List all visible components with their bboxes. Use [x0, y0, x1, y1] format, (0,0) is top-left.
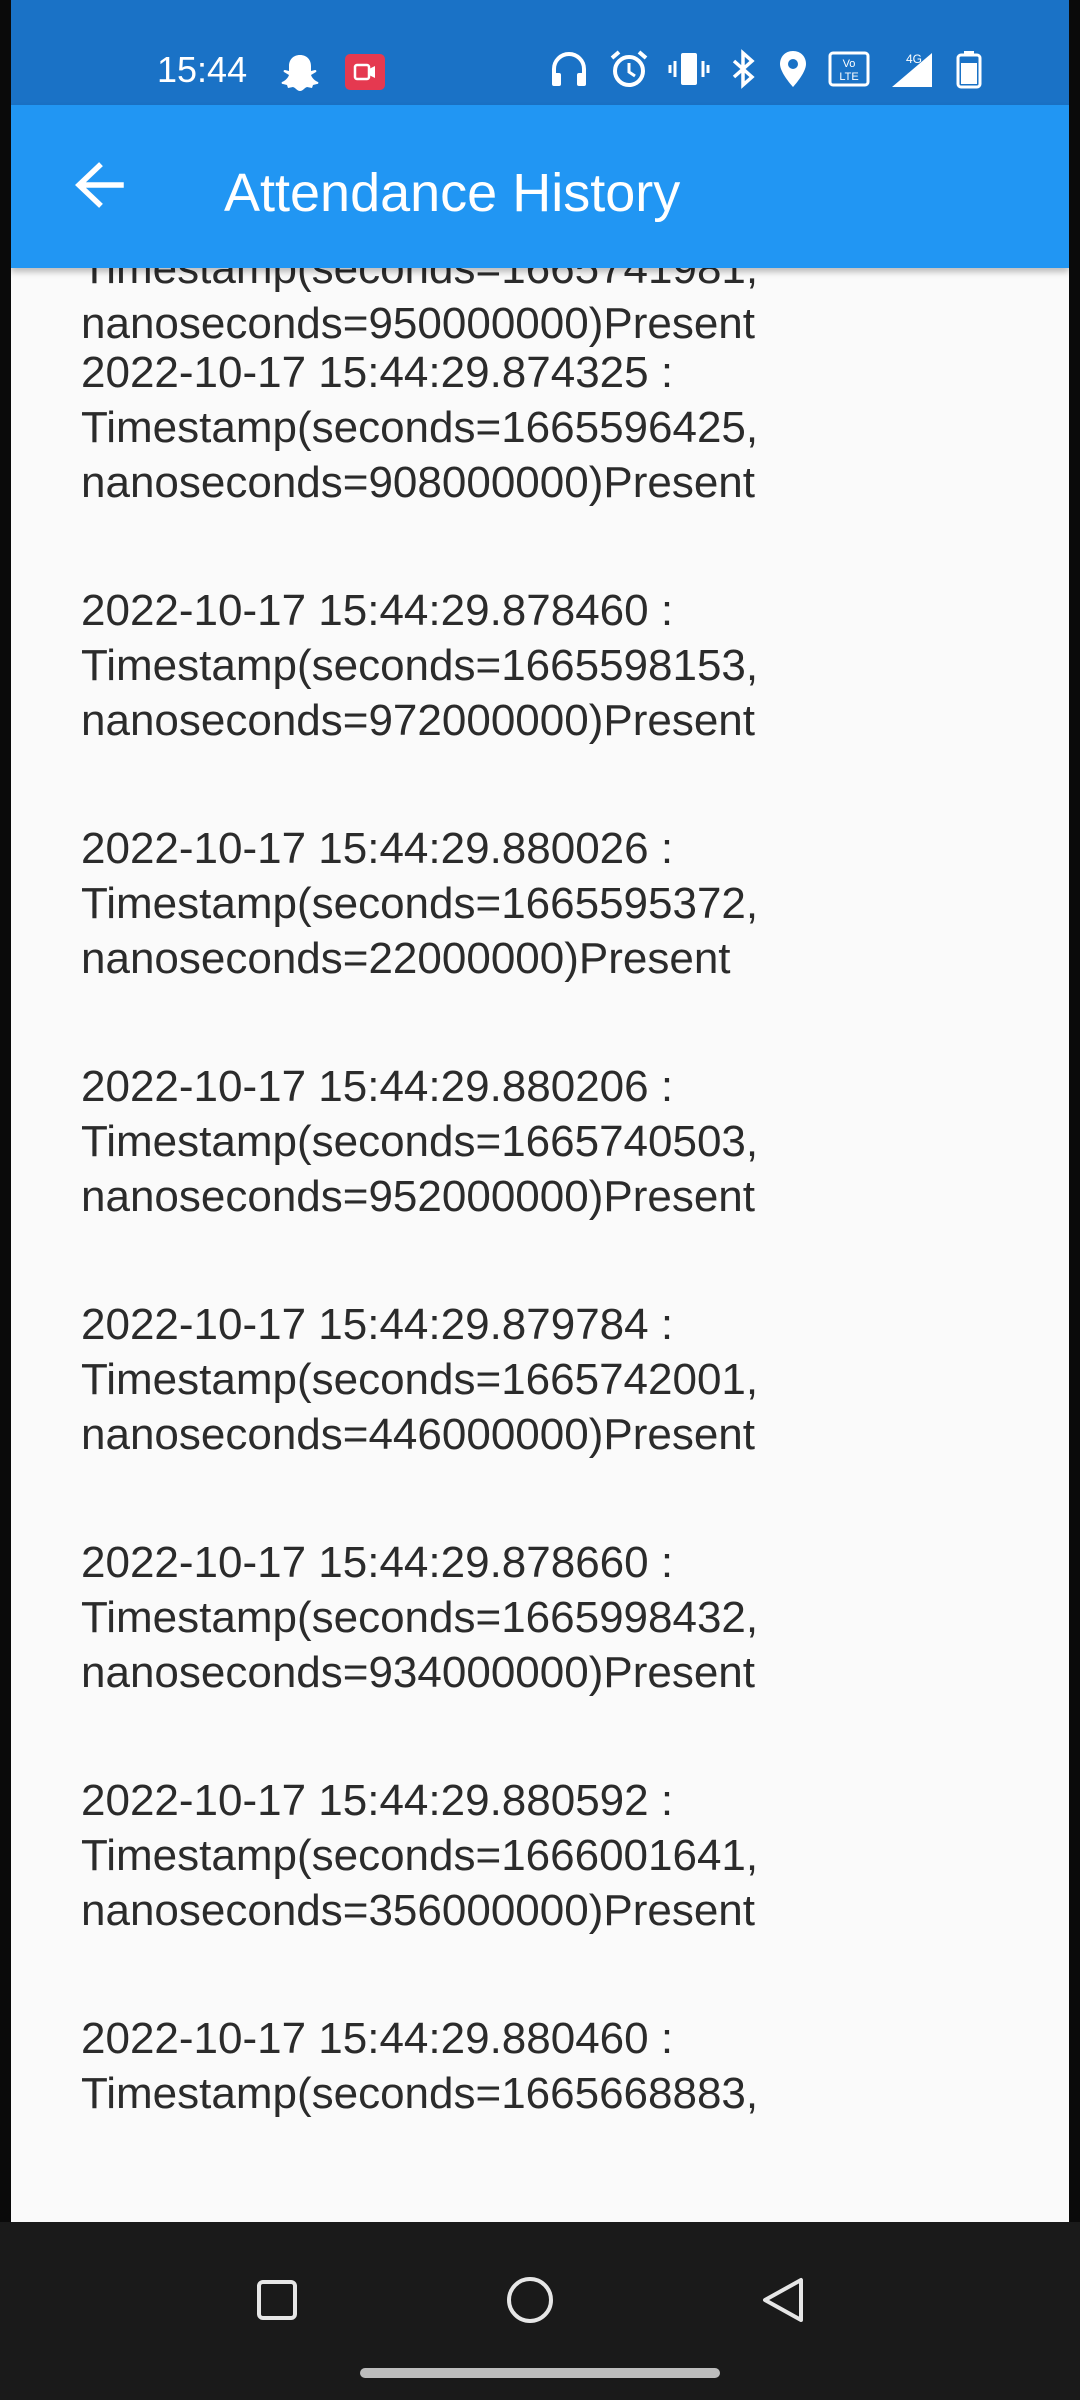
svg-text:LTE: LTE	[839, 71, 858, 83]
list-item: 2022-10-17 15:44:29.878460 : Timestamp(s…	[81, 586, 759, 745]
nav-back-button[interactable]	[743, 2262, 823, 2342]
svg-text:4G: 4G	[906, 52, 922, 66]
headphones-icon	[548, 49, 590, 94]
arrow-back-icon	[73, 161, 125, 214]
status-bar: 15:44 Vo LTE 4G	[11, 0, 1069, 105]
snapchat-icon	[279, 52, 321, 97]
list-item: 2022-10-17 15:44:29.874325 : Timestamp(s…	[81, 348, 759, 507]
bluetooth-icon	[728, 49, 758, 94]
list-item: 2022-10-17 15:44:29.880206 : Timestamp(s…	[81, 1062, 759, 1221]
phone-screen: 15:44 Vo LTE 4G Attendance History Times…	[11, 0, 1069, 2400]
list-item: 2022-10-17 15:44:29.880026 : Timestamp(s…	[81, 824, 759, 983]
back-icon	[757, 2274, 809, 2331]
status-time: 15:44	[157, 49, 248, 90]
battery-icon	[954, 49, 984, 94]
vibrate-icon	[668, 49, 710, 94]
home-icon	[504, 2274, 556, 2331]
back-button[interactable]	[59, 147, 139, 227]
screen-record-icon	[343, 52, 387, 97]
list-item: 2022-10-17 15:44:29.879784 : Timestamp(s…	[81, 1300, 759, 1459]
alarm-icon	[608, 49, 650, 94]
page-title: Attendance History	[224, 163, 681, 223]
list-item: 2022-10-17 15:44:29.880592 : Timestamp(s…	[81, 1776, 759, 1935]
list-item: Timestamp(seconds=1665741981, nanosecond…	[81, 268, 759, 348]
location-icon	[776, 49, 810, 94]
svg-text:Vo: Vo	[843, 58, 856, 70]
list-item: 2022-10-17 15:44:29.880460 : Timestamp(s…	[81, 2014, 759, 2118]
home-button[interactable]	[490, 2262, 570, 2342]
recents-button[interactable]	[237, 2262, 317, 2342]
app-bar: Attendance History	[11, 105, 1069, 268]
list-item: 2022-10-17 15:44:29.878660 : Timestamp(s…	[81, 1538, 759, 1697]
home-indicator[interactable]	[360, 2368, 720, 2378]
volte-icon: Vo LTE	[828, 49, 870, 94]
attendance-list[interactable]: Timestamp(seconds=1665741981, nanosecond…	[11, 268, 1069, 2222]
signal-4g-icon: 4G	[888, 49, 936, 94]
recents-icon	[253, 2276, 301, 2329]
